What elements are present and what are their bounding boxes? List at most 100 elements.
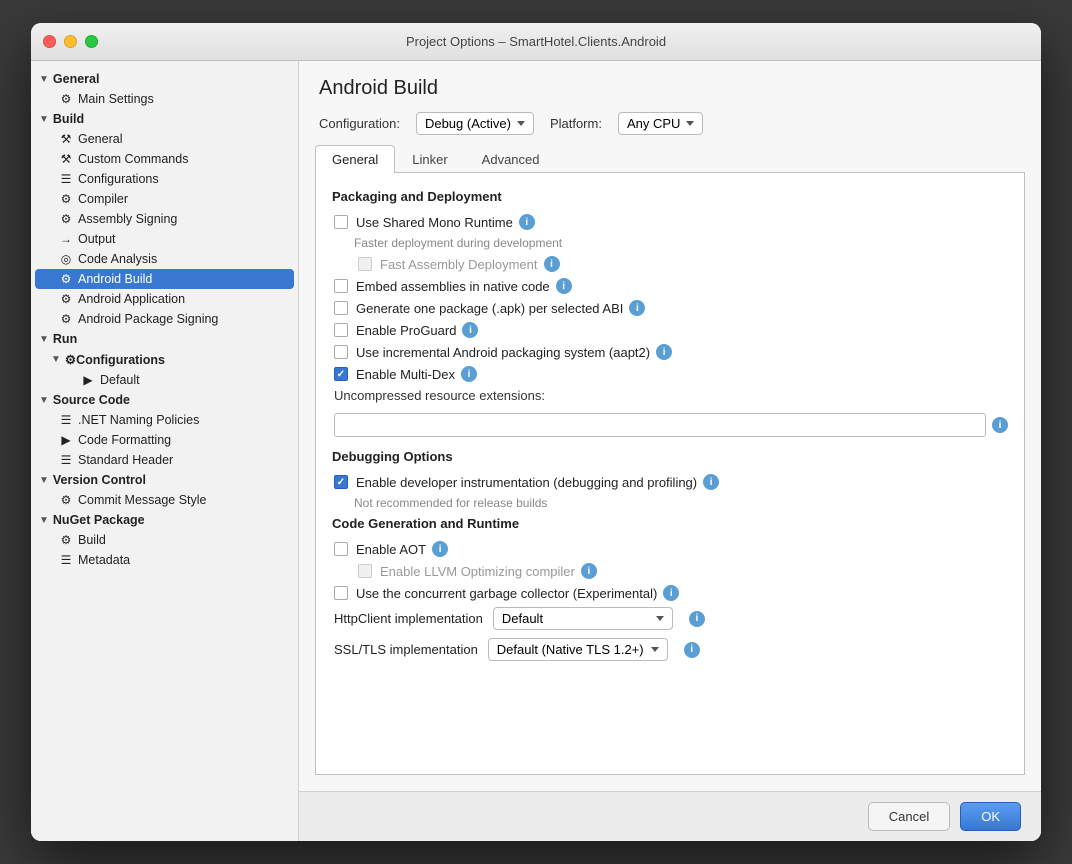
packaging-section-title: Packaging and Deployment xyxy=(332,189,1008,204)
sidebar-item-android-build-label: Android Build xyxy=(78,272,152,286)
options-panel: Packaging and Deployment Use Shared Mono… xyxy=(315,173,1025,775)
cancel-button[interactable]: Cancel xyxy=(868,802,950,831)
play-icon: ▶ xyxy=(81,373,95,387)
checkbox-shared-mono[interactable] xyxy=(334,215,348,229)
sidebar-section-source-code[interactable]: ▼ Source Code xyxy=(31,390,298,410)
maximize-button[interactable] xyxy=(85,35,98,48)
info-icon[interactable]: i xyxy=(656,344,672,360)
uncompressed-input[interactable] xyxy=(334,413,986,437)
sidebar-section-build[interactable]: ▼ Build xyxy=(31,109,298,129)
platform-label: Platform: xyxy=(550,116,602,131)
platform-dropdown[interactable]: Any CPU xyxy=(618,112,703,135)
info-icon[interactable]: i xyxy=(432,541,448,557)
tab-advanced[interactable]: Advanced xyxy=(465,145,557,173)
option-proguard: Enable ProGuard i xyxy=(332,322,1008,338)
configuration-dropdown[interactable]: Debug (Active) xyxy=(416,112,534,135)
sidebar-item-main-settings[interactable]: ⚙ Main Settings xyxy=(31,89,298,109)
sidebar-item-nuget-build[interactable]: ⚙ Build xyxy=(31,530,298,550)
info-icon[interactable]: i xyxy=(581,563,597,579)
sidebar-item-commit-message-style[interactable]: ⚙ Commit Message Style xyxy=(31,490,298,510)
sidebar-section-nuget[interactable]: ▼ NuGet Package xyxy=(31,510,298,530)
info-icon[interactable]: i xyxy=(461,366,477,382)
info-icon[interactable]: i xyxy=(703,474,719,490)
info-icon[interactable]: i xyxy=(556,278,572,294)
sidebar-section-run[interactable]: ▼ Run xyxy=(31,329,298,349)
option-one-package: Generate one package (.apk) per selected… xyxy=(332,300,1008,316)
sidebar-item-general-build[interactable]: ⚒ General xyxy=(31,129,298,149)
sidebar-item-nuget-metadata[interactable]: ☰ Metadata xyxy=(31,550,298,570)
info-icon[interactable]: i xyxy=(684,642,700,658)
checkbox-multidex[interactable] xyxy=(334,367,348,381)
checkbox-fast-assembly[interactable] xyxy=(358,257,372,271)
ok-button[interactable]: OK xyxy=(960,802,1021,831)
tab-linker[interactable]: Linker xyxy=(395,145,464,173)
sidebar-item-code-analysis[interactable]: ◎ Code Analysis xyxy=(31,249,298,269)
config-row: Configuration: Debug (Active) Platform: … xyxy=(319,112,1021,135)
checkbox-llvm[interactable] xyxy=(358,564,372,578)
checkbox-incremental[interactable] xyxy=(334,345,348,359)
sidebar-item-code-formatting[interactable]: ▶ Code Formatting xyxy=(31,430,298,450)
arrow-icon: ▼ xyxy=(39,475,49,486)
info-icon[interactable]: i xyxy=(462,322,478,338)
sidebar-item-compiler[interactable]: ⚙ Compiler xyxy=(31,189,298,209)
tab-general[interactable]: General xyxy=(315,145,395,173)
httpclient-value: Default xyxy=(502,611,543,626)
sidebar-item-android-application[interactable]: ⚙ Android Application xyxy=(31,289,298,309)
sidebar-item-configurations[interactable]: ☰ Configurations xyxy=(31,169,298,189)
info-icon[interactable]: i xyxy=(519,214,535,230)
sidebar-section-general[interactable]: ▼ General xyxy=(31,69,298,89)
list-icon: ☰ xyxy=(59,453,73,467)
sidebar-item-run-default[interactable]: ▶ Default xyxy=(31,370,298,390)
ssltls-dropdown[interactable]: Default (Native TLS 1.2+) xyxy=(488,638,668,661)
arrow-icon: ▼ xyxy=(39,74,49,85)
checkbox-proguard[interactable] xyxy=(334,323,348,337)
gear-icon: ⚙ xyxy=(59,272,73,286)
chevron-down-icon xyxy=(517,121,525,126)
codegen-section-title: Code Generation and Runtime xyxy=(332,516,1008,531)
sidebar-item-configurations-label: Configurations xyxy=(78,172,159,186)
helper-shared-mono: Faster deployment during development xyxy=(332,236,1008,250)
sidebar-item-standard-header[interactable]: ☰ Standard Header xyxy=(31,450,298,470)
info-icon[interactable]: i xyxy=(544,256,560,272)
sidebar-item-run-default-label: Default xyxy=(100,373,140,387)
sidebar-section-version-control[interactable]: ▼ Version Control xyxy=(31,470,298,490)
close-button[interactable] xyxy=(43,35,56,48)
option-fast-assembly: Fast Assembly Deployment i xyxy=(332,256,1008,272)
arrow-icon: ▼ xyxy=(39,114,49,125)
sidebar-item-android-package-signing[interactable]: ⚙ Android Package Signing xyxy=(31,309,298,329)
minimize-button[interactable] xyxy=(64,35,77,48)
sidebar: ▼ General ⚙ Main Settings ▼ Build ⚒ Gene… xyxy=(31,61,299,841)
checkbox-one-package[interactable] xyxy=(334,301,348,315)
sidebar-sub-run-configurations[interactable]: ▼ ⚙ Configurations xyxy=(31,349,298,370)
gear-icon: ⚙ xyxy=(59,212,73,226)
sidebar-item-android-package-signing-label: Android Package Signing xyxy=(78,312,218,326)
helper-dev-instrumentation: Not recommended for release builds xyxy=(332,496,1008,510)
info-icon[interactable]: i xyxy=(663,585,679,601)
sidebar-item-android-build[interactable]: ⚙ Android Build xyxy=(35,269,294,289)
sidebar-item-assembly-signing[interactable]: ⚙ Assembly Signing xyxy=(31,209,298,229)
option-llvm: Enable LLVM Optimizing compiler i xyxy=(332,563,1008,579)
window-title: Project Options – SmartHotel.Clients.And… xyxy=(406,34,666,49)
arrow-icon: ▼ xyxy=(39,395,49,406)
checkbox-dev-instrumentation[interactable] xyxy=(334,475,348,489)
checkbox-enable-aot[interactable] xyxy=(334,542,348,556)
sidebar-item-output[interactable]: → Output xyxy=(31,229,298,249)
gear-icon: ⚙ xyxy=(59,192,73,206)
info-icon[interactable]: i xyxy=(689,611,705,627)
ssltls-value: Default (Native TLS 1.2+) xyxy=(497,642,644,657)
sidebar-sub-run-configurations-label: Configurations xyxy=(76,353,165,367)
info-icon[interactable]: i xyxy=(992,417,1008,433)
sidebar-section-version-control-label: Version Control xyxy=(53,473,146,487)
label-incremental: Use incremental Android packaging system… xyxy=(356,345,650,360)
info-icon[interactable]: i xyxy=(629,300,645,316)
ssltls-row: SSL/TLS implementation Default (Native T… xyxy=(332,638,1008,661)
sidebar-item-custom-commands[interactable]: ⚒ Custom Commands xyxy=(31,149,298,169)
arrow-icon: → xyxy=(59,232,73,246)
httpclient-dropdown[interactable]: Default xyxy=(493,607,673,630)
arrow-icon: ▶ xyxy=(59,433,73,447)
list-icon: ☰ xyxy=(59,172,73,186)
checkbox-concurrent-gc[interactable] xyxy=(334,586,348,600)
sidebar-item-net-naming[interactable]: ☰ .NET Naming Policies xyxy=(31,410,298,430)
checkbox-embed-assemblies[interactable] xyxy=(334,279,348,293)
option-incremental: Use incremental Android packaging system… xyxy=(332,344,1008,360)
